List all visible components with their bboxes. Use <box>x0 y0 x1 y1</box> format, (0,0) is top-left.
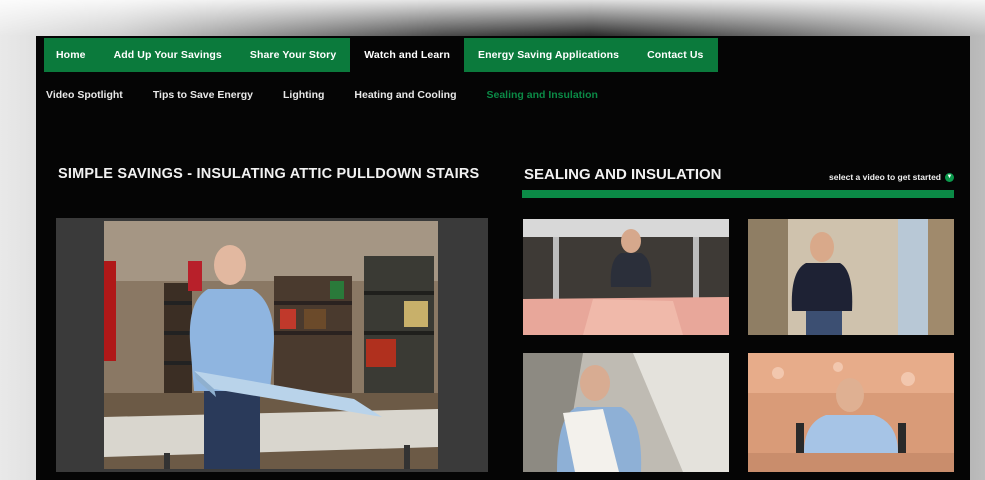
nav-tab-share-your-story[interactable]: Share Your Story <box>235 38 351 72</box>
video-thumbnail-4[interactable] <box>748 353 954 472</box>
nav-tab-home[interactable]: Home <box>44 38 100 72</box>
video-thumbnail-2[interactable] <box>748 219 954 335</box>
site-frame: Home Add Up Your Savings Share Your Stor… <box>36 36 970 480</box>
nav-tab-watch-and-learn[interactable]: Watch and Learn <box>350 38 464 72</box>
sub-nav-video-spotlight[interactable]: Video Spotlight <box>46 86 123 104</box>
page-backdrop <box>0 0 985 36</box>
sub-nav-heating-and-cooling[interactable]: Heating and Cooling <box>354 86 456 104</box>
nav-tab-energy-saving-applications[interactable]: Energy Saving Applications <box>463 38 634 72</box>
video-title: SIMPLE SAVINGS - INSULATING ATTIC PULLDO… <box>58 166 480 182</box>
section-title: SEALING AND INSULATION <box>524 166 722 183</box>
main-nav: Home Add Up Your Savings Share Your Stor… <box>44 38 718 72</box>
sub-nav-tips-to-save-energy[interactable]: Tips to Save Energy <box>153 86 253 104</box>
arrow-down-circle-icon: ▼ <box>945 172 954 182</box>
video-thumbnail-1[interactable] <box>523 219 729 335</box>
nav-tab-contact-us[interactable]: Contact Us <box>633 38 718 72</box>
section-divider <box>522 190 954 198</box>
sub-nav-lighting[interactable]: Lighting <box>283 86 324 104</box>
select-video-hint: select a video to get started ▼ <box>829 172 954 182</box>
video-frame-workshop[interactable] <box>104 221 438 469</box>
sub-nav: Video Spotlight Tips to Save Energy Ligh… <box>46 86 628 104</box>
select-hint-text: select a video to get started <box>829 172 941 182</box>
sub-nav-sealing-and-insulation[interactable]: Sealing and Insulation <box>486 86 597 104</box>
video-thumbnail-3[interactable] <box>523 353 729 472</box>
video-player[interactable] <box>56 218 488 472</box>
nav-tab-add-up-your-savings[interactable]: Add Up Your Savings <box>99 38 236 72</box>
